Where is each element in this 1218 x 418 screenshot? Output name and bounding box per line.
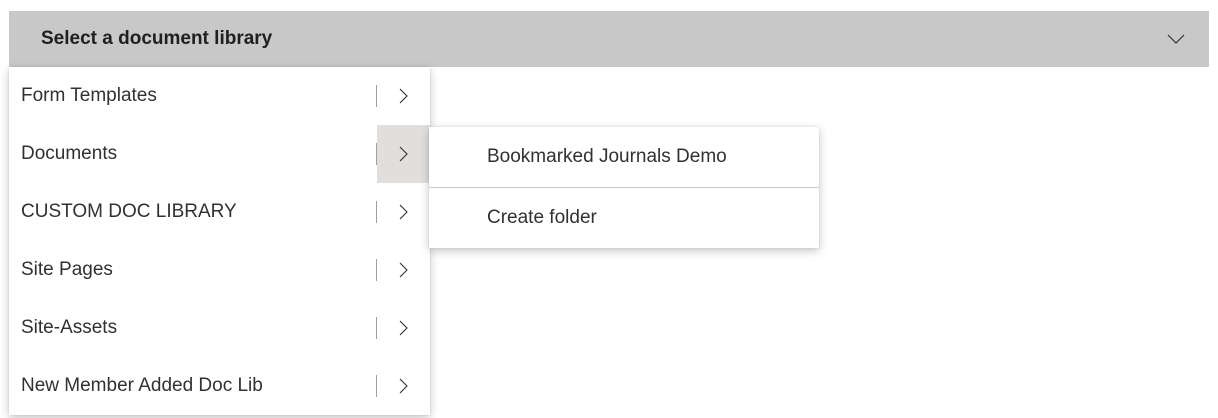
- submenu-trigger-site-pages[interactable]: [377, 241, 430, 299]
- library-menu: Form Templates Documents CUSTOM DOC LIBR…: [9, 67, 430, 415]
- documents-submenu: Bookmarked Journals Demo Create folder: [429, 127, 819, 248]
- menu-item-label: Site-Assets: [21, 317, 118, 338]
- chevron-down-icon[interactable]: [1165, 28, 1187, 50]
- menu-item-label: Site Pages: [21, 259, 113, 280]
- menu-item-label: Form Templates: [21, 85, 157, 106]
- submenu-item-label: Bookmarked Journals Demo: [487, 146, 727, 167]
- menu-item-label: Documents: [21, 143, 118, 164]
- create-folder-button[interactable]: Create folder: [429, 188, 819, 248]
- menu-item-site-pages[interactable]: Site Pages: [9, 241, 430, 299]
- submenu-trigger-custom-doc-library[interactable]: [377, 183, 430, 241]
- menu-item-new-member-added-doc-lib[interactable]: New Member Added Doc Lib: [9, 357, 430, 415]
- submenu-trigger-site-assets[interactable]: [377, 299, 430, 357]
- submenu-trigger-new-member-added-doc-lib[interactable]: [377, 357, 430, 415]
- submenu-trigger-documents[interactable]: [377, 125, 430, 183]
- document-library-picker: Select a document library Form Templates…: [0, 0, 1218, 418]
- menu-item-site-assets[interactable]: Site-Assets: [9, 299, 430, 357]
- menu-item-label: CUSTOM DOC LIBRARY: [21, 201, 237, 222]
- menu-item-custom-doc-library[interactable]: CUSTOM DOC LIBRARY: [9, 183, 430, 241]
- chevron-right-icon: [399, 320, 408, 336]
- submenu-item-bookmarked-journals-demo[interactable]: Bookmarked Journals Demo: [429, 127, 819, 187]
- dropdown-title: Select a document library: [41, 28, 273, 49]
- chevron-right-icon: [399, 262, 408, 278]
- chevron-right-icon: [399, 146, 408, 162]
- document-library-dropdown[interactable]: Select a document library: [9, 11, 1209, 67]
- menu-item-form-templates[interactable]: Form Templates: [9, 67, 430, 125]
- menu-item-documents[interactable]: Documents: [9, 125, 430, 183]
- menu-item-label: New Member Added Doc Lib: [21, 375, 263, 396]
- chevron-right-icon: [399, 204, 408, 220]
- chevron-right-icon: [399, 378, 408, 394]
- submenu-trigger-form-templates[interactable]: [377, 67, 430, 125]
- chevron-right-icon: [399, 88, 408, 104]
- submenu-item-label: Create folder: [487, 207, 597, 228]
